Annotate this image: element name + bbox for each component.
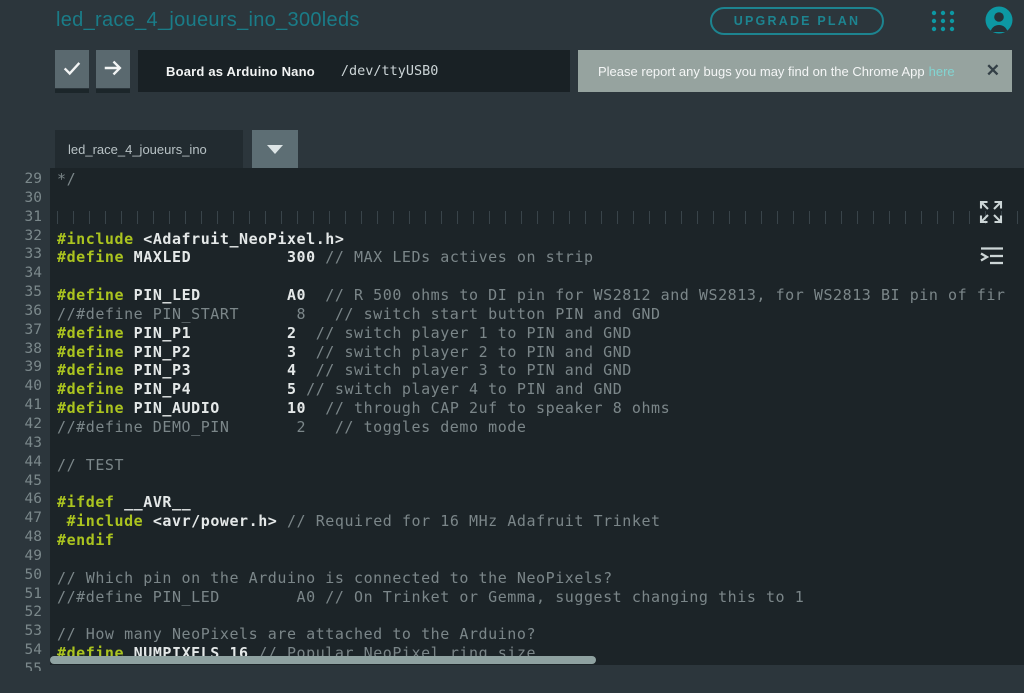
fullscreen-button[interactable] [976,198,1006,228]
arrow-right-icon [102,57,124,82]
check-icon [61,57,83,82]
code-line[interactable]: */ [57,170,1024,189]
serial-port-label: /dev/ttyUSB0 [341,63,439,79]
code-line[interactable]: #define PIN_P3 4 // switch player 3 to P… [57,361,1024,380]
code-line[interactable]: //#define PIN_LED A0 // On Trinket or Ge… [57,588,1024,607]
line-number: 46 [0,490,42,509]
line-number: 50 [0,566,42,585]
upload-button[interactable] [96,50,130,88]
code-line[interactable]: #define PIN_AUDIO 10 // through CAP 2uf … [57,399,1024,418]
upgrade-plan-button[interactable]: UPGRADE PLAN [710,7,884,35]
line-number: 44 [0,453,42,472]
line-number: 35 [0,283,42,302]
app-header: led_race_4_joueurs_ino_300leds UPGRADE P… [0,0,1024,44]
sketch-title: led_race_4_joueurs_ino_300leds [56,9,360,32]
code-line[interactable]: #endif [57,531,1024,550]
tab-label: led_race_4_joueurs_ino [68,142,207,157]
line-number: 34 [0,264,42,283]
arduino-create-app: led_race_4_joueurs_ino_300leds UPGRADE P… [0,0,1024,693]
line-number: 55 [0,660,42,671]
line-number: 49 [0,547,42,566]
line-number: 54 [0,641,42,660]
line-number: 51 [0,585,42,604]
user-avatar-icon[interactable] [985,6,1013,34]
code-line[interactable]: #include <avr/power.h> // Required for 1… [57,512,1024,531]
code-line[interactable] [57,606,1024,625]
code-line[interactable]: // Which pin on the Arduino is connected… [57,569,1024,588]
code-line[interactable]: #ifdef __AVR__ [57,493,1024,512]
code-line[interactable]: #define PIN_LED A0 // R 500 ohms to DI p… [57,286,1024,305]
tab-sketch-file[interactable]: led_race_4_joueurs_ino [55,130,243,168]
line-number: 48 [0,528,42,547]
line-number: 31 [0,208,42,227]
line-number: 33 [0,245,42,264]
line-number: 45 [0,472,42,491]
horizontal-scrollbar[interactable] [50,656,596,664]
line-number: 30 [0,189,42,208]
line-number: 29 [0,170,42,189]
line-number: 36 [0,302,42,321]
close-icon[interactable]: ✕ [986,60,1000,82]
line-number: 47 [0,509,42,528]
upload-button-shadow [96,89,130,93]
line-number: 43 [0,434,42,453]
code-line[interactable]: #define PIN_P1 2 // switch player 1 to P… [57,324,1024,343]
board-name-label: Board as Arduino Nano [166,64,315,79]
line-number: 41 [0,396,42,415]
line-number: 32 [0,227,42,246]
code-line[interactable]: #define MAXLED 300 // MAX LEDs actives o… [57,248,1024,267]
notification-here-link[interactable]: here [929,64,955,79]
notification-message: Please report any bugs you may find on t… [598,64,925,79]
code-line[interactable] [57,550,1024,569]
board-selector[interactable]: Board as Arduino Nano /dev/ttyUSB0 [138,50,570,92]
indent-guides [57,211,1024,224]
code-line[interactable]: #include <Adafruit_NeoPixel.h> [57,230,1024,249]
apps-grid-icon[interactable] [930,8,956,34]
verify-button[interactable] [55,50,89,88]
code-line[interactable] [57,189,1024,208]
console-icon [978,257,1006,272]
console-button[interactable] [977,245,1007,271]
code-line[interactable]: #define PIN_P2 3 // switch player 2 to P… [57,343,1024,362]
code-line[interactable]: // How many NeoPixels are attached to th… [57,625,1024,644]
code-editor: 2930313233343536373839404142434445464748… [0,168,1024,671]
line-number: 42 [0,415,42,434]
gutter: 2930313233343536373839404142434445464748… [0,170,42,671]
code-line[interactable]: //#define PIN_START 8 // switch start bu… [57,305,1024,324]
tab-dropdown-button[interactable] [252,130,298,169]
verify-button-shadow [55,89,89,93]
line-number: 37 [0,321,42,340]
expand-icon [977,214,1005,229]
code-lines: */#include <Adafruit_NeoPixel.h>#define … [57,170,1024,671]
notification-banner: Please report any bugs you may find on t… [578,50,1012,92]
code-line[interactable] [57,663,1024,671]
line-number: 38 [0,340,42,359]
line-number: 40 [0,377,42,396]
code-line[interactable]: // TEST [57,456,1024,475]
code-line[interactable] [57,475,1024,494]
code-line[interactable] [57,437,1024,456]
code-line[interactable] [57,211,1024,230]
code-line[interactable]: #define PIN_P4 5 // switch player 4 to P… [57,380,1024,399]
code-line[interactable]: //#define DEMO_PIN 2 // toggles demo mod… [57,418,1024,437]
line-number: 52 [0,603,42,622]
chevron-down-icon [267,145,283,154]
code-line[interactable] [57,267,1024,286]
line-number: 39 [0,358,42,377]
line-number: 53 [0,622,42,641]
